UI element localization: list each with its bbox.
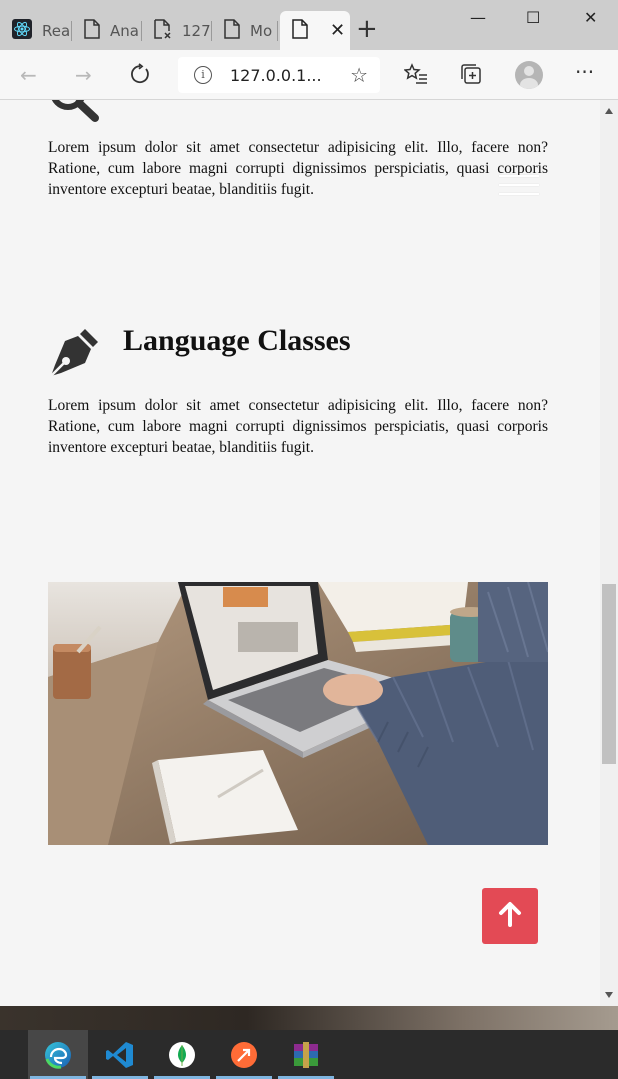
postman-icon[interactable]	[214, 1030, 274, 1079]
section-text: Lorem ipsum dolor sit amet consectetur a…	[48, 397, 548, 456]
maximize-button[interactable]: ☐	[526, 8, 540, 27]
close-window-button[interactable]: ✕	[584, 8, 597, 27]
back-arrow-icon[interactable]: ←	[20, 63, 37, 87]
more-menu-icon[interactable]: ···	[575, 60, 594, 84]
mongodb-icon[interactable]	[152, 1030, 212, 1079]
tab-strip: Rea Ana 127 Mo ✕ + — ☐ ✕	[0, 0, 618, 50]
tab-mo[interactable]: Mo	[212, 11, 278, 50]
scroll-down-arrow-icon[interactable]	[605, 992, 613, 998]
scroll-to-top-button[interactable]	[482, 888, 538, 944]
new-tab-button[interactable]: +	[356, 14, 378, 44]
url-text: 127.0.0.1...	[230, 65, 322, 85]
favorite-star-icon[interactable]: ☆	[350, 63, 368, 87]
section-text: Lorem ipsum dolor sit amet consectetur a…	[48, 139, 548, 198]
forward-arrow-icon[interactable]: →	[75, 63, 92, 87]
address-bar[interactable]: i 127.0.0.1... ☆	[178, 57, 380, 93]
favorites-list-icon[interactable]	[403, 63, 428, 90]
search-icon	[48, 100, 100, 126]
tab-title: Mo	[250, 21, 273, 40]
broken-page-icon	[154, 18, 172, 43]
close-tab-icon[interactable]: ✕	[330, 20, 345, 41]
tab-127[interactable]: 127	[142, 11, 212, 50]
hamburger-menu-icon[interactable]	[499, 175, 539, 202]
desktop-wallpaper-strip	[0, 1006, 618, 1030]
page-icon	[292, 18, 308, 43]
page-icon	[224, 18, 240, 43]
pen-nib-icon	[48, 327, 100, 383]
tab-react[interactable]: Rea	[0, 11, 72, 50]
arrow-up-icon	[498, 901, 522, 931]
vscode-icon[interactable]	[90, 1030, 150, 1079]
tab-title: Rea	[42, 21, 71, 40]
winrar-icon[interactable]	[276, 1030, 336, 1079]
page-scrollbar[interactable]	[600, 100, 618, 1006]
refresh-icon[interactable]	[129, 63, 151, 90]
tab-active[interactable]: ✕	[280, 11, 350, 50]
tab-title: 127	[182, 21, 211, 40]
page-viewport: Lorem ipsum dolor sit amet consectetur a…	[0, 100, 600, 1006]
collections-icon[interactable]	[460, 63, 484, 90]
tab-ana[interactable]: Ana	[72, 11, 142, 50]
scrollbar-thumb[interactable]	[602, 584, 616, 764]
tab-title: Ana	[110, 21, 139, 40]
scroll-up-arrow-icon[interactable]	[605, 108, 613, 114]
laptop-desk-photo	[48, 582, 548, 845]
section-heading: Language Classes	[123, 324, 351, 357]
taskbar	[0, 1030, 618, 1079]
start-icon[interactable]	[0, 1030, 20, 1079]
edge-icon[interactable]	[28, 1030, 88, 1079]
page-icon	[84, 18, 100, 43]
react-icon	[12, 18, 32, 43]
minimize-button[interactable]: —	[470, 8, 486, 27]
site-info-icon[interactable]: i	[194, 66, 212, 84]
profile-avatar[interactable]	[515, 61, 543, 89]
